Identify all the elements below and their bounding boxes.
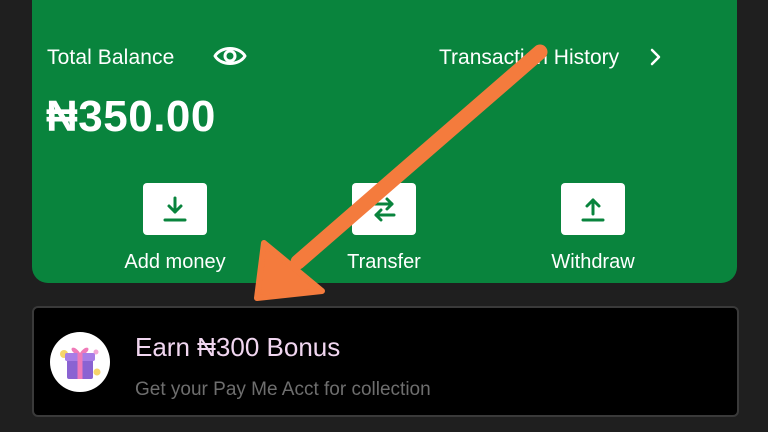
- withdraw-label: Withdraw: [551, 251, 635, 273]
- chevron-right-icon[interactable]: [649, 47, 663, 67]
- withdraw-icon-box[interactable]: [561, 183, 625, 235]
- eye-icon[interactable]: [212, 40, 248, 72]
- add-money-icon-box[interactable]: [143, 183, 207, 235]
- transfer-label: Transfer: [347, 251, 421, 273]
- add-money-button[interactable]: Add money: [95, 183, 255, 283]
- gift-icon: [50, 332, 110, 392]
- bonus-subtitle: Get your Pay Me Acct for collection: [135, 379, 431, 400]
- transfer-icon-box[interactable]: [352, 183, 416, 235]
- bonus-title: Earn ₦300 Bonus: [135, 332, 341, 362]
- transaction-history-link[interactable]: Transaction History: [439, 46, 619, 70]
- add-money-label: Add money: [124, 251, 226, 273]
- withdraw-button[interactable]: Withdraw: [513, 183, 673, 283]
- transfer-icon: [372, 197, 396, 222]
- download-icon: [163, 196, 187, 222]
- earn-bonus-banner[interactable]: Earn ₦300 Bonus Get your Pay Me Acct for…: [32, 306, 739, 417]
- transfer-button[interactable]: Transfer: [304, 183, 464, 283]
- balance-amount: ₦350.00: [46, 92, 216, 141]
- upload-icon: [581, 198, 605, 222]
- total-balance-label: Total Balance: [47, 46, 175, 69]
